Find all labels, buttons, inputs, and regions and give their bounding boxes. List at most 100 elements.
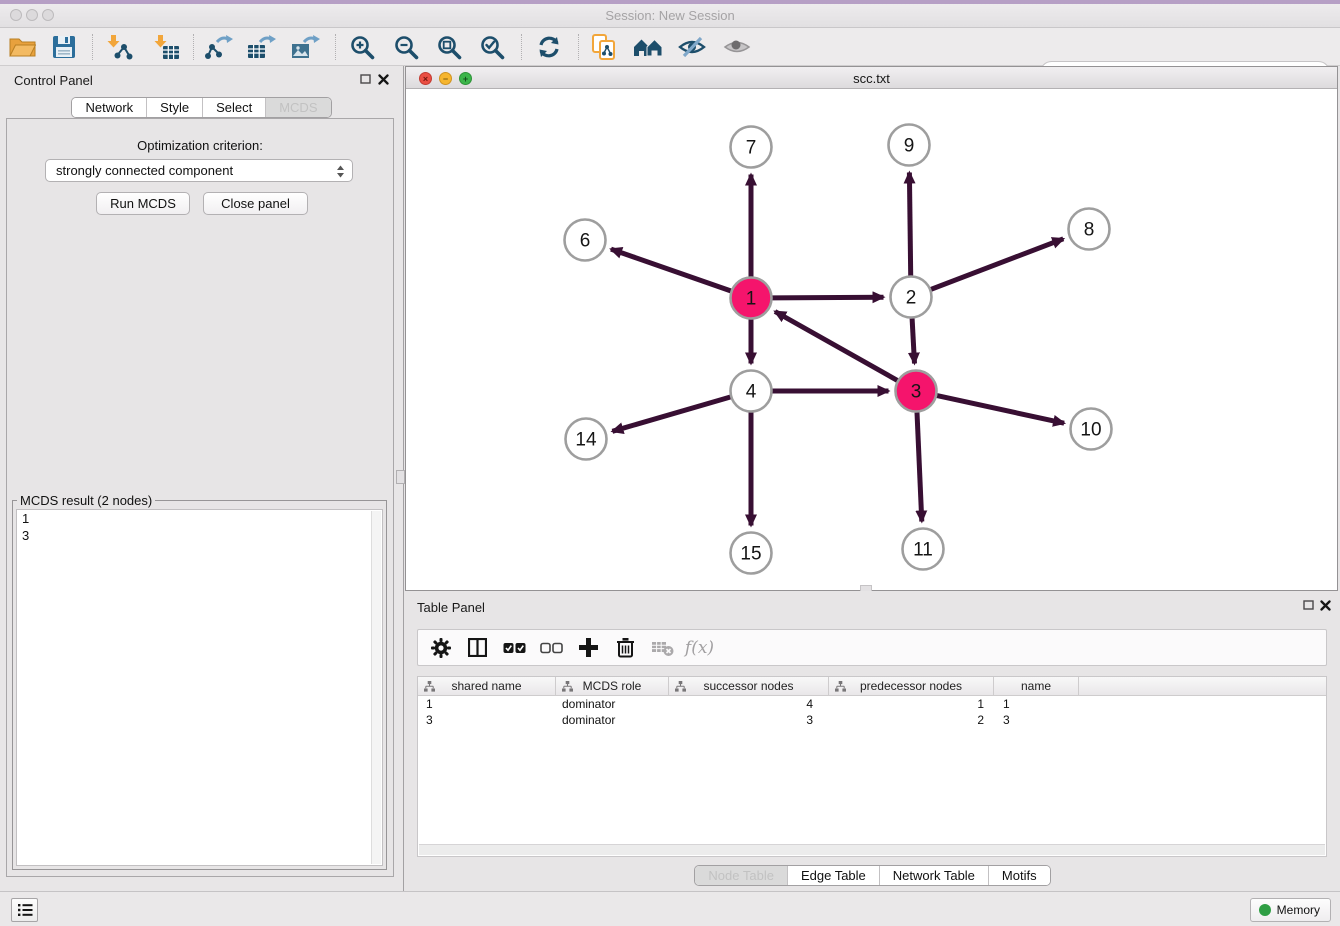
- close-panel-button[interactable]: Close panel: [203, 192, 308, 215]
- tab-style[interactable]: Style: [146, 98, 202, 117]
- column-header-name[interactable]: name: [994, 677, 1079, 695]
- graph-node-1[interactable]: 1: [731, 278, 772, 319]
- column-header-predecessor-nodes[interactable]: predecessor nodes: [829, 677, 994, 695]
- table-panel-title: Table Panel: [417, 600, 485, 615]
- graph-edge-3-10[interactable]: [937, 396, 1064, 424]
- table-row[interactable]: 1 dominator 4 1 1: [418, 696, 1326, 712]
- tab-network-table[interactable]: Network Table: [879, 866, 988, 885]
- graph-edge-2-3[interactable]: [912, 319, 914, 364]
- graph-node-label: 1: [746, 289, 757, 310]
- network-window-title: scc.txt: [406, 71, 1337, 86]
- control-panel-close-icon[interactable]: [378, 74, 389, 85]
- graph-node-label: 10: [1080, 420, 1101, 441]
- tab-select[interactable]: Select: [202, 98, 265, 117]
- import-table-from-file-icon[interactable]: [149, 32, 183, 62]
- graph-edge-1-6[interactable]: [611, 249, 731, 291]
- column-header-mcds-role[interactable]: MCDS role: [556, 677, 669, 695]
- export-image-icon[interactable]: [288, 32, 322, 62]
- show-columns-icon[interactable]: [459, 633, 496, 663]
- save-session-icon[interactable]: [47, 32, 81, 62]
- shared-column-icon: [424, 681, 435, 692]
- first-neighbors-icon[interactable]: [631, 32, 665, 62]
- criterion-select-value: strongly connected component: [56, 163, 233, 178]
- window-title: Session: New Session: [0, 8, 1340, 23]
- window-top-accent: [0, 0, 1340, 4]
- result-scrollbar[interactable]: [371, 511, 381, 864]
- delete-row-icon[interactable]: [607, 633, 644, 663]
- mcds-result-title: MCDS result (2 nodes): [17, 493, 155, 508]
- show-all-icon[interactable]: [720, 32, 754, 62]
- table-horizontal-scrollbar[interactable]: [419, 844, 1325, 855]
- cell-predecessor-nodes: 2: [829, 712, 994, 728]
- toolbar-separator: [578, 34, 579, 60]
- cell-successor-nodes: 3: [669, 712, 829, 728]
- graph-node-14[interactable]: 14: [566, 419, 607, 460]
- select-all-icon[interactable]: [496, 633, 533, 663]
- graph-node-8[interactable]: 8: [1069, 209, 1110, 250]
- select-chevrons-icon: [335, 164, 346, 179]
- table-row[interactable]: 3 dominator 3 2 3: [418, 712, 1326, 728]
- graph-edge-2-8[interactable]: [931, 239, 1063, 289]
- tab-mcds[interactable]: MCDS: [265, 98, 330, 117]
- tab-network[interactable]: Network: [72, 98, 146, 117]
- graph-node-10[interactable]: 10: [1071, 409, 1112, 450]
- criterion-select[interactable]: strongly connected component: [45, 159, 353, 182]
- zoom-fit-content-icon[interactable]: [432, 32, 466, 62]
- hide-selected-icon[interactable]: [675, 32, 709, 62]
- shared-column-icon: [562, 681, 573, 692]
- graph-node-6[interactable]: 6: [565, 220, 606, 261]
- tab-node-table[interactable]: Node Table: [695, 866, 787, 885]
- main-toolbar: [0, 28, 1340, 66]
- graph-edge-3-11[interactable]: [917, 413, 922, 522]
- zoom-selected-region-icon[interactable]: [475, 32, 509, 62]
- network-canvas[interactable]: 1 2 3 4 6 7 8 9 10 11 14 15: [406, 89, 1337, 590]
- tab-motifs[interactable]: Motifs: [988, 866, 1050, 885]
- new-network-from-selection-icon[interactable]: [587, 32, 621, 62]
- cell-filler: [1079, 696, 1326, 712]
- graph-node-9[interactable]: 9: [889, 125, 930, 166]
- graph-node-7[interactable]: 7: [731, 127, 772, 168]
- zoom-in-icon[interactable]: [345, 32, 379, 62]
- result-line: 1: [17, 510, 382, 527]
- add-row-icon[interactable]: [570, 633, 607, 663]
- network-graph[interactable]: 1 2 3 4 6 7 8 9 10 11 14 15: [406, 89, 1335, 590]
- deselect-all-icon[interactable]: [533, 633, 570, 663]
- network-window-titlebar[interactable]: × − + scc.txt: [406, 67, 1337, 89]
- graph-edge-1-2[interactable]: [773, 297, 884, 298]
- tab-edge-table[interactable]: Edge Table: [787, 866, 879, 885]
- graph-edge-3-1[interactable]: [775, 312, 897, 381]
- table-panel-float-icon[interactable]: [1303, 600, 1314, 611]
- column-header-shared-name[interactable]: shared name: [418, 677, 556, 695]
- graph-node-15[interactable]: 15: [731, 533, 772, 574]
- run-mcds-button[interactable]: Run MCDS: [96, 192, 190, 215]
- function-builder-icon: f(x): [681, 633, 718, 663]
- zoom-out-icon[interactable]: [389, 32, 423, 62]
- mcds-result-textarea[interactable]: 1 3: [16, 509, 383, 866]
- control-panel-float-icon[interactable]: [360, 74, 371, 85]
- function-builder-label: f(x): [685, 638, 714, 658]
- graph-node-label: 4: [746, 382, 757, 403]
- graph-node-label: 15: [740, 544, 761, 565]
- column-header-successor-nodes[interactable]: successor nodes: [669, 677, 829, 695]
- cell-mcds-role: dominator: [556, 712, 669, 728]
- export-network-icon[interactable]: [201, 32, 235, 62]
- column-settings-gear-icon[interactable]: [422, 633, 459, 663]
- apply-preferred-layout-icon[interactable]: [532, 32, 566, 62]
- graph-node-2[interactable]: 2: [891, 277, 932, 318]
- graph-node-4[interactable]: 4: [731, 371, 772, 412]
- export-table-icon[interactable]: [244, 32, 278, 62]
- memory-button[interactable]: Memory: [1250, 898, 1331, 922]
- graph-edge-2-9[interactable]: [909, 173, 910, 276]
- task-history-button[interactable]: [11, 898, 38, 922]
- table-panel-close-icon[interactable]: [1320, 600, 1331, 611]
- toolbar-separator: [193, 34, 194, 60]
- vertical-splitter-grip[interactable]: [396, 470, 405, 484]
- import-network-from-file-icon[interactable]: [102, 32, 136, 62]
- graph-node-label: 6: [580, 231, 591, 252]
- graph-node-11[interactable]: 11: [903, 529, 944, 570]
- graph-edge-4-14[interactable]: [612, 397, 730, 431]
- table-panel: Table Panel: [405, 591, 1340, 891]
- graph-node-3[interactable]: 3: [896, 371, 937, 412]
- open-session-icon[interactable]: [5, 32, 39, 62]
- list-icon: [17, 903, 33, 917]
